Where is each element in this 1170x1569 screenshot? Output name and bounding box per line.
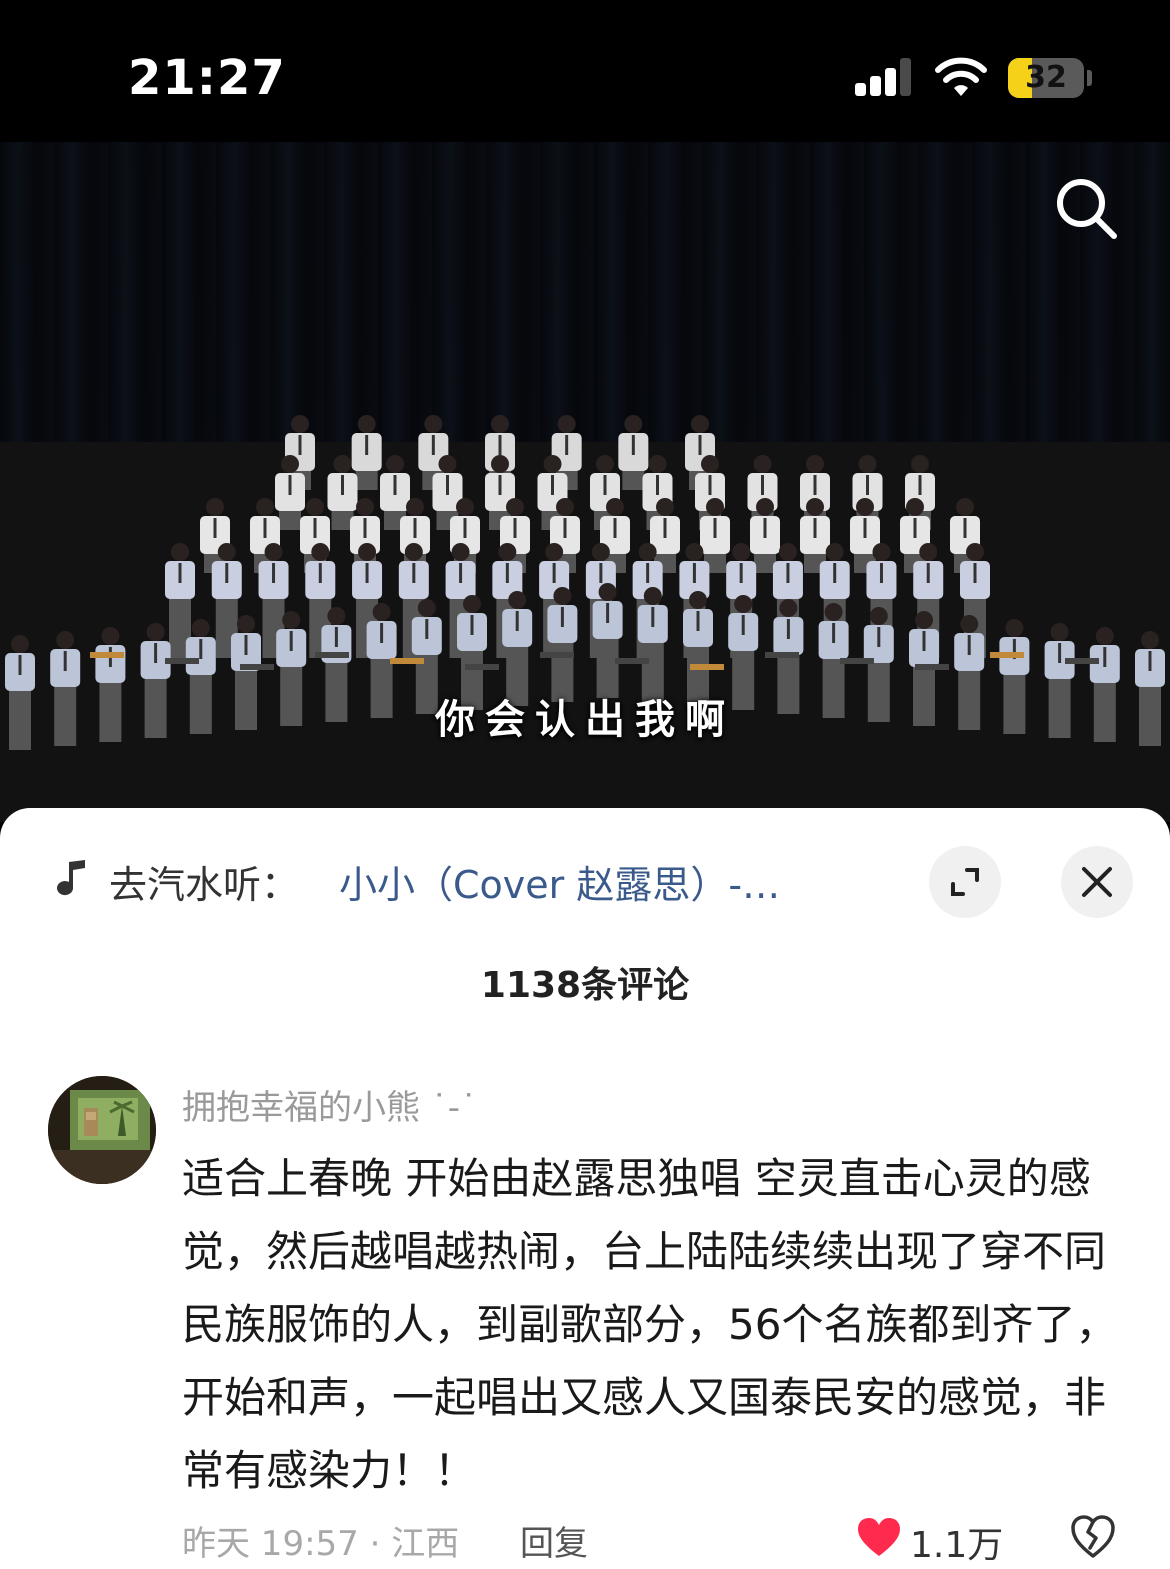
music-stand [540, 652, 574, 658]
like-count: 1.1万 [910, 1525, 1004, 1566]
music-stand [990, 652, 1024, 658]
music-link[interactable]: 去汽水听： 小小（Cover 赵露思）-… [55, 848, 875, 908]
comment-username[interactable]: 拥抱幸福的小熊 ˙-˙ [182, 1080, 477, 1129]
close-button[interactable] [1061, 846, 1133, 918]
comment-meta: 昨天 19:57 · 江西 回复 1.1万 [182, 1512, 1142, 1569]
avatar-image [48, 1076, 156, 1184]
heart-icon[interactable] [856, 1516, 902, 1558]
comment-text: 适合上春晚 开始由赵露思独唱 空灵直击心灵的感觉，然后越唱越热闹，台上陆陆续续出… [182, 1154, 1118, 1495]
search-icon[interactable] [1052, 174, 1120, 242]
music-stand [465, 664, 499, 670]
music-stand [315, 652, 349, 658]
music-stand [165, 658, 199, 664]
battery-icon: 32 [1008, 58, 1084, 98]
status-bar: 21:27 32 [0, 0, 1170, 142]
comment-count: 1138条评论 [480, 965, 690, 1006]
music-stand [240, 664, 274, 670]
status-time: 21:27 [128, 50, 286, 106]
music-stand [1065, 658, 1099, 664]
expand-icon [951, 868, 979, 896]
battery-tip [1087, 70, 1092, 86]
dislike-icon[interactable] [1070, 1514, 1116, 1560]
comment-sheet: 去汽水听： 小小（Cover 赵露思）-… 1138条评论 拥抱幸福的小熊 ˙-… [0, 808, 1170, 1569]
music-stand [915, 664, 949, 670]
choir-image [5, 415, 1165, 750]
reply-button[interactable]: 回复 [520, 1516, 588, 1565]
music-stand [615, 658, 649, 664]
music-note-icon [57, 860, 85, 896]
close-icon [1082, 867, 1112, 897]
battery-level: 32 [1025, 60, 1067, 95]
avatar[interactable] [48, 1076, 156, 1184]
comment-time-location: 昨天 19:57 · 江西 [182, 1524, 460, 1564]
signal-icon [855, 58, 913, 96]
music-stand [765, 652, 799, 658]
music-stand [390, 658, 424, 664]
video-subtitle: 你会认出我啊 [435, 696, 735, 743]
music-stand [690, 664, 724, 670]
music-prefix: 去汽水听： [109, 863, 300, 907]
music-title[interactable]: 小小（Cover 赵露思）-… [339, 854, 859, 909]
wifi-icon [935, 57, 987, 96]
music-stand [840, 658, 874, 664]
video-player[interactable]: 你会认出我啊 [0, 142, 1170, 822]
music-stand [90, 652, 124, 658]
expand-button[interactable] [929, 846, 1001, 918]
